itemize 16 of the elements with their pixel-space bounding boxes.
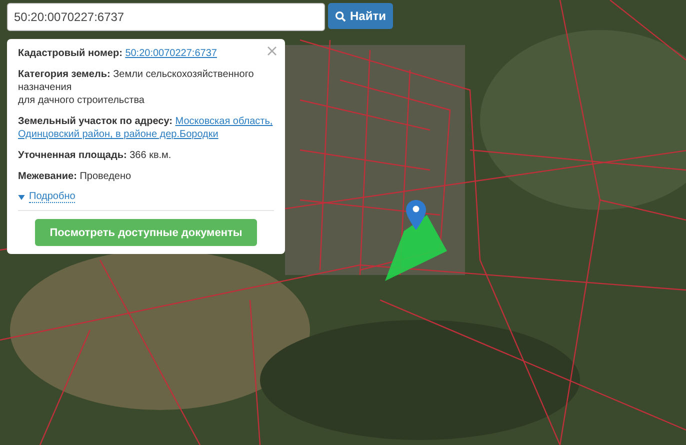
details-link[interactable]: Подробно bbox=[29, 191, 76, 203]
field-text: Кадастровый номер: 50:20:0070227:6737 bbox=[18, 47, 218, 60]
field-link[interactable]: Московская область, bbox=[175, 116, 273, 127]
close-icon[interactable] bbox=[267, 46, 277, 56]
search-icon bbox=[335, 10, 346, 22]
field-text: Межевание: Проведено bbox=[18, 170, 132, 183]
field-text: Уточненная площадь: 366 кв.м. bbox=[18, 149, 172, 162]
search-field[interactable]: 50:20:0070227:6737 bbox=[7, 3, 325, 31]
field-text: Земельный участок по адресу: Московская область, Одинцовский район, в районе дер.Бородки bbox=[18, 115, 274, 141]
view-documents-button[interactable]: Посмотреть доступные документы bbox=[35, 219, 257, 246]
field-link[interactable]: Одинцовский район, в районе дер.Бородки bbox=[18, 129, 218, 140]
field-link[interactable]: 50:20:0070227:6737 bbox=[125, 48, 217, 59]
search-button[interactable]: Найти bbox=[328, 3, 393, 29]
parcel-polygon[interactable] bbox=[383, 215, 447, 282]
field-text: Категория земель: Земли сельскохозяйственного назначения для дачного строительства bbox=[18, 68, 255, 107]
map-pin-icon[interactable] bbox=[406, 200, 426, 230]
